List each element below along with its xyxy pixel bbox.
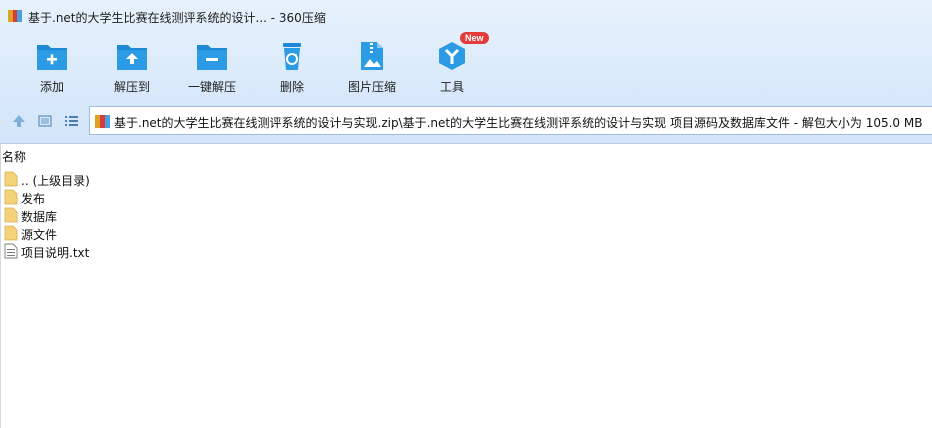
- list-item-name: 源文件: [21, 228, 58, 242]
- image-compress-button[interactable]: 图片压缩: [332, 36, 412, 98]
- new-badge: New: [460, 32, 489, 44]
- archive-app-icon: [8, 10, 22, 22]
- file-list: .. (上级目录) 发布 数据库 源文件 项目说明.txt: [4, 170, 204, 260]
- tools-button[interactable]: New 工具: [412, 32, 492, 98]
- list-item-folder[interactable]: 数据库: [4, 206, 204, 224]
- top-chrome: 基于.net的大学生比赛在线测评系统的设计... - 360压缩 添加 解压到: [0, 0, 932, 144]
- extract-to-icon: [117, 45, 147, 70]
- list-item-name: .. (上级目录): [21, 174, 90, 188]
- up-arrow-icon[interactable]: [10, 112, 28, 130]
- archive-icon: [95, 115, 110, 128]
- one-click-extract-label: 一键解压: [187, 80, 236, 94]
- list-item-name: 项目说明.txt: [21, 246, 90, 260]
- folder-icon: [4, 225, 18, 241]
- address-path: 基于.net的大学生比赛在线测评系统的设计与实现.zip\基于.net的大学生比…: [114, 116, 923, 130]
- delete-label: 删除: [279, 80, 304, 94]
- extract-to-button[interactable]: 解压到: [92, 36, 172, 98]
- window-title: 基于.net的大学生比赛在线测评系统的设计... - 360压缩: [28, 11, 326, 25]
- image-compress-icon: [361, 42, 383, 70]
- title-bar: 基于.net的大学生比赛在线测评系统的设计... - 360压缩: [0, 0, 932, 32]
- list-item-file[interactable]: 项目说明.txt: [4, 242, 204, 260]
- list-item-name: 发布: [21, 192, 46, 206]
- tools-label: 工具: [439, 80, 464, 94]
- image-compress-label: 图片压缩: [347, 80, 396, 94]
- add-button[interactable]: 添加: [12, 36, 92, 98]
- file-pane: 名称 .. (上级目录) 发布 数据库 源文件 项目说明.txt: [0, 144, 932, 428]
- delete-button[interactable]: 删除: [252, 36, 332, 98]
- add-label: 添加: [39, 80, 64, 94]
- list-item-name: 数据库: [21, 210, 58, 224]
- extract-to-label: 解压到: [113, 80, 150, 94]
- add-icon: [37, 45, 67, 70]
- list-view-icon[interactable]: [62, 112, 80, 130]
- one-click-extract-icon: [197, 45, 227, 70]
- list-item-folder[interactable]: 发布: [4, 188, 204, 206]
- folder-icon: [4, 207, 18, 223]
- one-click-extract-button[interactable]: 一键解压: [172, 36, 252, 98]
- folder-icon: [4, 189, 18, 205]
- thumbnail-view-icon[interactable]: [36, 112, 54, 130]
- tools-icon: [439, 42, 465, 70]
- toolbar: 添加 解压到 一键解压 删除 图片压缩 New 工具: [0, 32, 932, 100]
- pane-divider: [0, 144, 1, 428]
- column-header-name[interactable]: 名称: [2, 148, 26, 165]
- navigation-row: 基于.net的大学生比赛在线测评系统的设计与实现.zip\基于.net的大学生比…: [0, 106, 932, 136]
- text-file-icon: [4, 243, 18, 259]
- folder-icon: [4, 171, 18, 187]
- delete-icon: [283, 43, 301, 70]
- list-item-parent-dir[interactable]: .. (上级目录): [4, 170, 204, 188]
- address-bar[interactable]: 基于.net的大学生比赛在线测评系统的设计与实现.zip\基于.net的大学生比…: [89, 106, 932, 135]
- list-item-folder[interactable]: 源文件: [4, 224, 204, 242]
